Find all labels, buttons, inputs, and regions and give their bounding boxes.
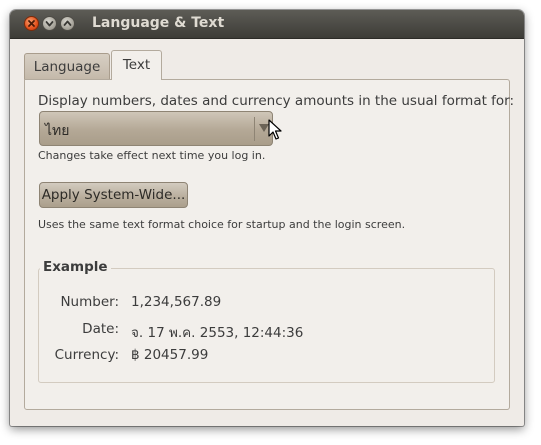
date-value: จ. 17 พ.ค. 2553, 12:44:36	[131, 325, 304, 341]
apply-system-wide-button[interactable]: Apply System-Wide...	[39, 182, 188, 208]
minimize-glyph	[45, 21, 54, 27]
window-title: Language & Text	[92, 15, 225, 31]
currency-value: ฿ 20457.99	[131, 347, 209, 363]
currency-label: Currency:	[54, 347, 119, 363]
format-hint: Changes take effect next time you log in…	[38, 149, 266, 162]
minimize-icon[interactable]	[42, 16, 57, 31]
mouse-pointer-icon	[268, 119, 282, 145]
close-glyph	[28, 20, 35, 27]
language-text-window: Language & Text Language Text Display nu…	[10, 10, 524, 426]
tab-language[interactable]: Language	[24, 53, 110, 79]
number-value: 1,234,567.89	[131, 294, 222, 310]
format-select[interactable]: ไทย	[39, 111, 273, 146]
mouse-pointer-glyph	[268, 119, 282, 140]
example-title: Example	[40, 259, 111, 275]
combo-separator	[254, 117, 255, 141]
apply-hint: Uses the same text format choice for sta…	[38, 218, 406, 231]
format-label: Display numbers, dates and currency amou…	[38, 93, 515, 109]
titlebar[interactable]: Language & Text	[10, 10, 524, 39]
maximize-icon[interactable]	[60, 16, 75, 31]
close-icon[interactable]	[24, 16, 39, 31]
date-label: Date:	[82, 321, 119, 337]
format-select-value: ไทย	[45, 123, 70, 139]
maximize-glyph	[63, 20, 72, 26]
tab-text[interactable]: Text	[111, 50, 162, 80]
number-label: Number:	[60, 294, 119, 310]
